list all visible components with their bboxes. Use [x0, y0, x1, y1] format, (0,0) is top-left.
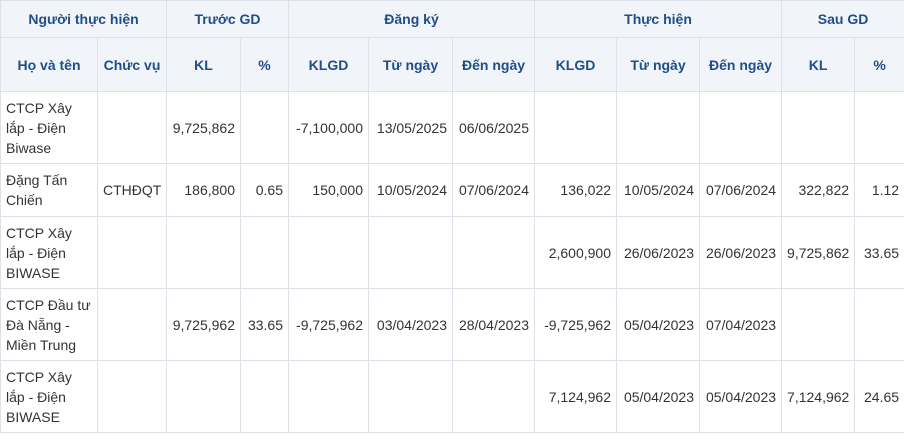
cell-exec-to: 26/06/2023	[699, 216, 783, 289]
cell-before-kl	[166, 216, 241, 289]
cell-after-pct	[854, 91, 904, 164]
col-header-exec-from: Từ ngày	[616, 37, 701, 92]
cell-before-kl: 186,800	[166, 163, 241, 217]
table-row: Đặng Tấn Chiến CTHĐQT 186,800 0.65 150,0…	[0, 163, 904, 217]
col-header-reg-to: Đến ngày	[451, 37, 536, 92]
cell-after-kl: 9,725,862	[781, 216, 856, 289]
insider-trading-table: Người thực hiện Trước GD Đăng ký Thực hi…	[0, 0, 904, 433]
cell-exec-from: 26/06/2023	[616, 216, 701, 289]
cell-reg-klgd: 150,000	[288, 163, 369, 217]
cell-exec-from: 05/04/2023	[616, 288, 701, 361]
cell-exec-klgd: 2,600,900	[534, 216, 618, 289]
cell-position: CTHĐQT	[97, 163, 167, 217]
cell-after-pct	[854, 288, 904, 361]
cell-exec-from: 05/04/2023	[616, 360, 701, 433]
cell-name: CTCP Xây lắp - Điện BIWASE	[0, 216, 98, 289]
col-header-before-pct: %	[240, 37, 289, 92]
cell-after-kl	[781, 91, 856, 164]
cell-exec-klgd: -9,725,962	[534, 288, 618, 361]
cell-before-kl	[166, 360, 241, 433]
col-header-position: Chức vụ	[97, 37, 167, 92]
cell-after-pct: 1.12	[854, 163, 904, 217]
group-header-executed: Thực hiện	[534, 0, 783, 38]
cell-reg-to: 06/06/2025	[451, 91, 536, 164]
cell-reg-to	[451, 216, 536, 289]
group-header-before: Trước GD	[166, 0, 289, 38]
col-header-reg-klgd: KLGD	[288, 37, 369, 92]
col-header-reg-from: Từ ngày	[368, 37, 453, 92]
header-column-row: Họ và tên Chức vụ KL % KLGD Từ ngày Đến …	[0, 37, 904, 92]
table-row: CTCP Xây lắp - Điện BIWASE 7,124,962 05/…	[0, 360, 904, 433]
cell-after-kl: 7,124,962	[781, 360, 856, 433]
cell-after-kl: 322,822	[781, 163, 856, 217]
cell-exec-from: 10/05/2024	[616, 163, 701, 217]
cell-before-pct	[240, 216, 289, 289]
col-header-name: Họ và tên	[0, 37, 98, 92]
header-group-row: Người thực hiện Trước GD Đăng ký Thực hi…	[0, 0, 904, 38]
cell-exec-to: 05/04/2023	[699, 360, 783, 433]
cell-reg-klgd: -9,725,962	[288, 288, 369, 361]
cell-reg-from	[368, 216, 453, 289]
table-row: CTCP Xây lắp - Điện Biwase 9,725,862 -7,…	[0, 91, 904, 164]
cell-exec-to	[699, 91, 783, 164]
cell-before-kl: 9,725,962	[166, 288, 241, 361]
cell-name: CTCP Xây lắp - Điện BIWASE	[0, 360, 98, 433]
cell-position	[97, 360, 167, 433]
cell-reg-to: 07/06/2024	[451, 163, 536, 217]
cell-reg-to: 28/04/2023	[451, 288, 536, 361]
col-header-after-pct: %	[854, 37, 904, 92]
cell-before-pct: 0.65	[240, 163, 289, 217]
cell-position	[97, 216, 167, 289]
cell-exec-klgd	[534, 91, 618, 164]
cell-reg-from	[368, 360, 453, 433]
cell-reg-from: 13/05/2025	[368, 91, 453, 164]
cell-before-kl: 9,725,862	[166, 91, 241, 164]
cell-exec-to: 07/04/2023	[699, 288, 783, 361]
cell-after-pct: 33.65	[854, 216, 904, 289]
col-header-exec-to: Đến ngày	[699, 37, 783, 92]
cell-exec-from	[616, 91, 701, 164]
table-row: CTCP Xây lắp - Điện BIWASE 2,600,900 26/…	[0, 216, 904, 289]
cell-reg-from: 10/05/2024	[368, 163, 453, 217]
cell-name: Đặng Tấn Chiến	[0, 163, 98, 217]
cell-after-pct: 24.65	[854, 360, 904, 433]
cell-reg-klgd	[288, 360, 369, 433]
cell-exec-klgd: 136,022	[534, 163, 618, 217]
cell-exec-to: 07/06/2024	[699, 163, 783, 217]
col-header-exec-klgd: KLGD	[534, 37, 618, 92]
cell-reg-to	[451, 360, 536, 433]
cell-before-pct	[240, 91, 289, 164]
cell-after-kl	[781, 288, 856, 361]
col-header-before-kl: KL	[166, 37, 241, 92]
group-header-actor: Người thực hiện	[0, 0, 167, 38]
cell-reg-from: 03/04/2023	[368, 288, 453, 361]
cell-before-pct: 33.65	[240, 288, 289, 361]
col-header-after-kl: KL	[781, 37, 856, 92]
cell-name: CTCP Đầu tư Đà Nẵng - Miền Trung	[0, 288, 98, 361]
cell-name: CTCP Xây lắp - Điện Biwase	[0, 91, 98, 164]
cell-exec-klgd: 7,124,962	[534, 360, 618, 433]
group-header-after: Sau GD	[781, 0, 904, 38]
cell-before-pct	[240, 360, 289, 433]
cell-position	[97, 288, 167, 361]
cell-reg-klgd	[288, 216, 369, 289]
cell-position	[97, 91, 167, 164]
table-row: CTCP Đầu tư Đà Nẵng - Miền Trung 9,725,9…	[0, 288, 904, 361]
group-header-registered: Đăng ký	[287, 0, 536, 38]
cell-reg-klgd: -7,100,000	[288, 91, 369, 164]
